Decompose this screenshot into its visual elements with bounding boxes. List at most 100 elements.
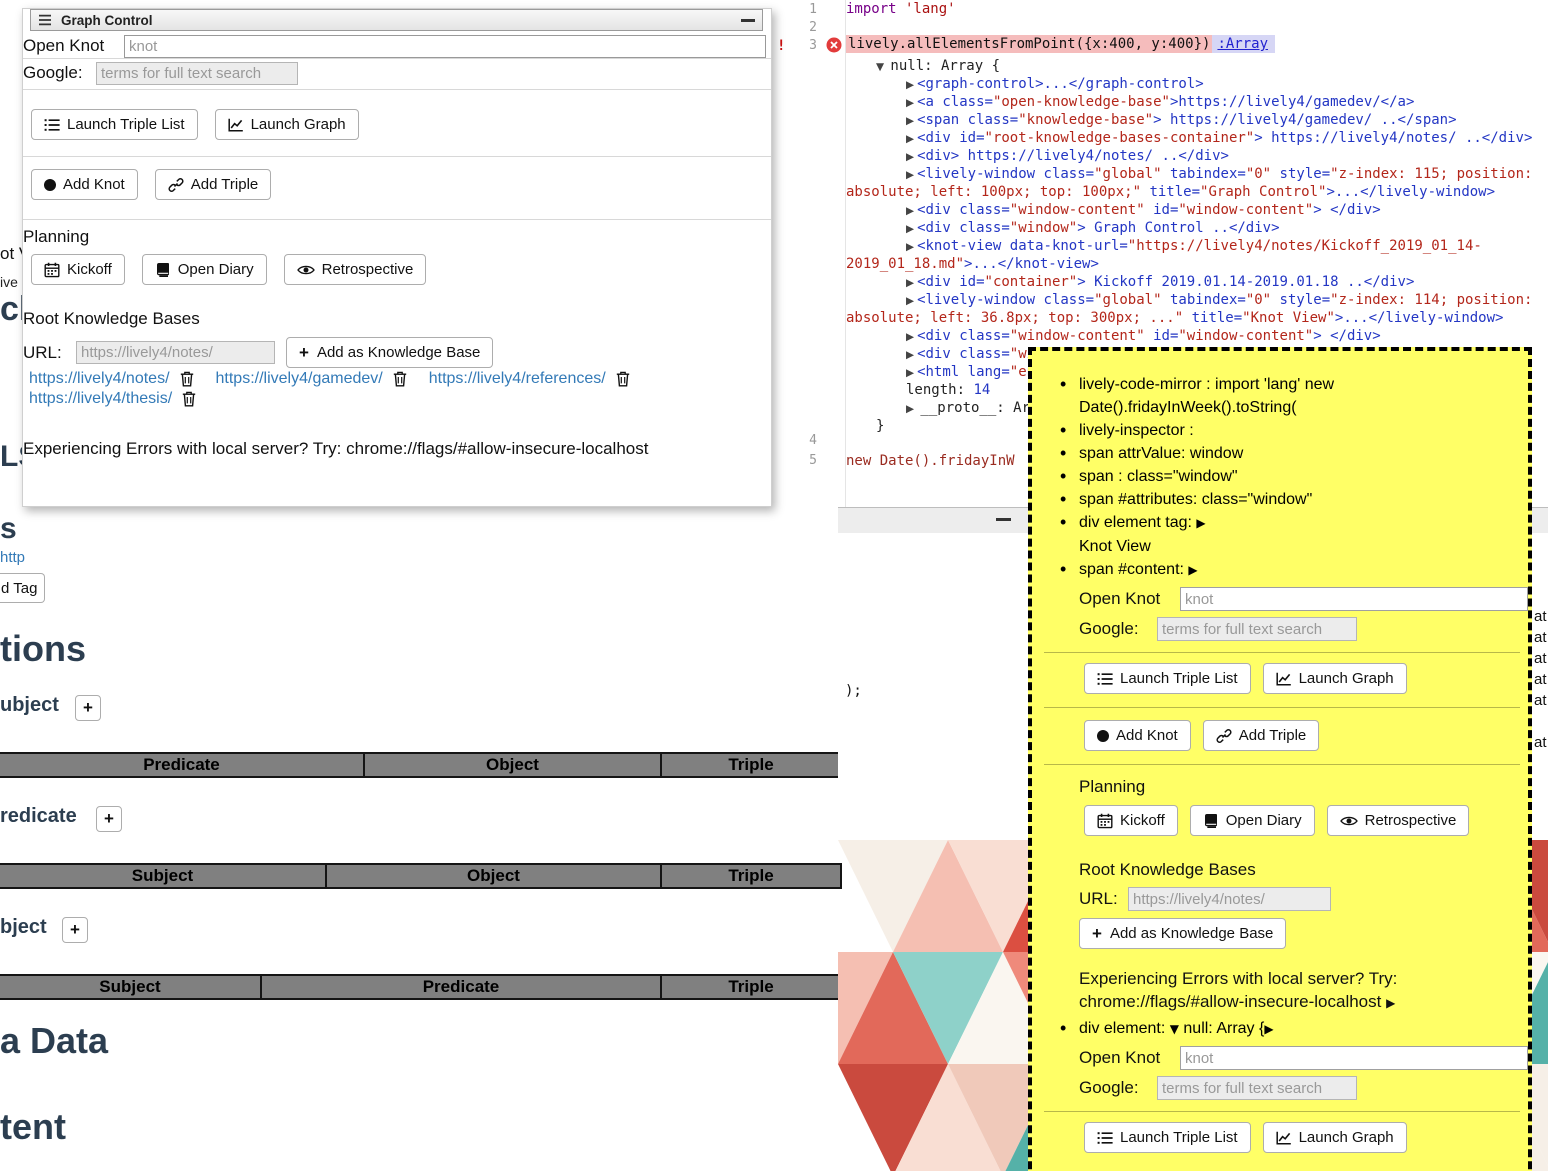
- text-segment: "0": [1246, 166, 1271, 182]
- kickoff-button[interactable]: Kickoff: [1084, 805, 1178, 836]
- window-menu-icon[interactable]: [38, 14, 52, 26]
- context-menu-item[interactable]: lively-inspector :: [1079, 419, 1528, 442]
- add-tag-button[interactable]: d Tag: [0, 573, 45, 603]
- delete-kb-button[interactable]: [182, 391, 196, 407]
- string-token: 'lang': [897, 1, 956, 17]
- divider: [23, 58, 771, 59]
- kb-link[interactable]: https://lively4/references/: [429, 370, 606, 388]
- context-menu-item[interactable]: lively-code-mirror : import 'lang' new: [1079, 373, 1528, 396]
- content-heading-fragment: tent: [0, 1106, 66, 1148]
- delete-kb-button[interactable]: [616, 371, 630, 387]
- link-fragment[interactable]: http: [0, 549, 25, 566]
- google-search-input[interactable]: [1157, 617, 1357, 641]
- add-predicate-button[interactable]: +: [96, 806, 122, 832]
- text-segment: > https://lively4/notes/ ..</div>: [1254, 130, 1532, 146]
- array-result-link[interactable]: :Array: [1217, 36, 1268, 52]
- open-diary-button[interactable]: Open Diary: [1190, 805, 1315, 836]
- context-menu-item[interactable]: span #content: ▶: [1079, 558, 1528, 582]
- local-server-error-hint: Experiencing Errors with local server? T…: [23, 439, 648, 459]
- text-segment: lively-code-mirror : import 'lang' new: [1079, 376, 1334, 393]
- planning-button-row: Kickoff Open Diary Retrospective: [31, 254, 426, 285]
- context-menu-item[interactable]: div element: ▼ null: Array {▶: [1079, 1017, 1528, 1041]
- context-menu-item[interactable]: div element tag: ▶: [1079, 511, 1528, 535]
- open-diary-button[interactable]: Open Diary: [142, 254, 267, 285]
- retrospective-button[interactable]: Retrospective: [1327, 805, 1470, 836]
- line-chart-icon: [1276, 1131, 1292, 1145]
- text-segment: ▶: [906, 169, 914, 181]
- code-line-5[interactable]: new Date().fridayInW: [846, 453, 1015, 469]
- inspector-tree-line[interactable]: ▶<lively-window class="global" tabindex=…: [846, 291, 1548, 309]
- text-segment: ▶: [1386, 996, 1395, 1010]
- launch-graph-button[interactable]: Launch Graph: [1263, 663, 1407, 694]
- text-segment: ▶: [906, 367, 914, 379]
- inspector-tree-line[interactable]: 2019_01_18.md">...</knot-view>: [846, 255, 1548, 273]
- kb-link[interactable]: https://lively4/gamedev/: [216, 370, 383, 388]
- kickoff-button[interactable]: Kickoff: [31, 254, 125, 285]
- add-knowledge-base-button[interactable]: +Add as Knowledge Base: [1079, 918, 1286, 949]
- delete-kb-button[interactable]: [180, 371, 194, 387]
- clipped-text-fragment: at: [1534, 650, 1547, 667]
- google-search-input[interactable]: [1157, 1076, 1357, 1100]
- inspector-tree-line[interactable]: absolute; left: 36.8px; top: 300px; ..."…: [846, 309, 1548, 327]
- launch-triple-list-button[interactable]: Launch Triple List: [31, 109, 198, 140]
- add-knot-button[interactable]: Add Knot: [31, 169, 138, 200]
- inspector-tree-line[interactable]: ▶<div id="root-knowledge-bases-container…: [846, 129, 1548, 147]
- google-row: Google:: [1079, 1075, 1528, 1101]
- google-search-input[interactable]: [96, 62, 298, 85]
- inspector-tree-line[interactable]: ▶<div id="container"> Kickoff 2019.01.14…: [846, 273, 1548, 291]
- code-line-1[interactable]: import 'lang': [846, 1, 956, 17]
- open-knot-input[interactable]: [1180, 587, 1528, 611]
- inspector-tree-line[interactable]: ▶<div class="window-content" id="window-…: [846, 327, 1548, 345]
- launch-triple-list-button[interactable]: Launch Triple List: [1084, 1122, 1251, 1153]
- context-menu-item[interactable]: span : class="window": [1079, 465, 1528, 488]
- inspector-tree-line[interactable]: ▶<lively-window class="global" tabindex=…: [846, 165, 1548, 183]
- add-object-button[interactable]: +: [62, 917, 88, 943]
- text-segment: null: Array {: [1179, 1020, 1264, 1037]
- kb-link[interactable]: https://lively4/thesis/: [29, 390, 172, 408]
- inspector-tree-line[interactable]: ▶<div> https://lively4/notes/ ..</div>: [846, 147, 1548, 165]
- inspector-tree-line[interactable]: ▶<a class="open-knowledge-base">https://…: [846, 93, 1548, 111]
- inspector-tree-line[interactable]: ▶<span class="knowledge-base"> https://l…: [846, 111, 1548, 129]
- kb-url-input[interactable]: [1128, 887, 1331, 911]
- launch-graph-button[interactable]: Launch Graph: [1263, 1122, 1407, 1153]
- add-triple-button[interactable]: Add Triple: [1203, 720, 1320, 751]
- window-titlebar[interactable]: Graph Control: [30, 9, 763, 31]
- open-knot-input[interactable]: [1180, 1046, 1528, 1070]
- text-segment: >...</knot-view>: [964, 256, 1099, 272]
- table-header-cell: Predicate: [262, 974, 662, 1000]
- text-segment: "global": [1094, 292, 1161, 308]
- add-knowledge-base-button[interactable]: +Add as Knowledge Base: [286, 337, 493, 368]
- kb-link[interactable]: https://lively4/notes/: [29, 370, 170, 388]
- knowledge-base-item: https://lively4/gamedev/: [216, 370, 407, 388]
- open-knot-label: Open Knot: [1079, 1048, 1180, 1068]
- closing-paren-code[interactable]: );: [845, 683, 862, 699]
- window-minimize-button[interactable]: [741, 19, 755, 22]
- background-window-minimize-button[interactable]: [996, 518, 1011, 521]
- button-label: Launch Triple List: [1120, 670, 1238, 687]
- text-segment: null: Array {: [890, 58, 1000, 74]
- code-line-3-error[interactable]: lively.allElementsFromPoint({x:400, y:40…: [846, 36, 1275, 52]
- add-subject-button[interactable]: +: [75, 695, 101, 721]
- inspector-tree-line[interactable]: ▶<div class="window-content" id="window-…: [846, 201, 1548, 219]
- context-menu-item[interactable]: span #attributes: class="window": [1079, 488, 1528, 511]
- open-knot-input[interactable]: [124, 35, 766, 58]
- lint-error-icon[interactable]: [826, 37, 842, 53]
- inspector-tree-line[interactable]: ▼ null: Array {: [846, 57, 1548, 75]
- inspector-tree-line[interactable]: ▶<div class="window"> Graph Control ..</…: [846, 219, 1548, 237]
- inspector-tree-line[interactable]: ▶<graph-control>...</graph-control>: [846, 75, 1548, 93]
- add-triple-button[interactable]: Add Triple: [155, 169, 272, 200]
- table-header-cell: Predicate: [0, 752, 365, 778]
- delete-kb-button[interactable]: [393, 371, 407, 387]
- retrospective-button[interactable]: Retrospective: [284, 254, 427, 285]
- text-segment: ▶: [906, 331, 914, 343]
- window-title: Graph Control: [61, 13, 153, 28]
- add-knot-button[interactable]: Add Knot: [1084, 720, 1191, 751]
- kb-url-input[interactable]: [76, 341, 275, 364]
- launch-graph-button[interactable]: Launch Graph: [215, 109, 359, 140]
- text-segment: title=: [1141, 184, 1200, 200]
- inspector-tree-line[interactable]: ▶<knot-view data-knot-url="https://livel…: [846, 237, 1548, 255]
- context-menu-item[interactable]: span attrValue: window: [1079, 442, 1528, 465]
- launch-triple-list-button[interactable]: Launch Triple List: [1084, 663, 1251, 694]
- inspector-tree-line[interactable]: absolute; left: 100px; top: 100px;" titl…: [846, 183, 1548, 201]
- google-label: Google:: [23, 63, 96, 83]
